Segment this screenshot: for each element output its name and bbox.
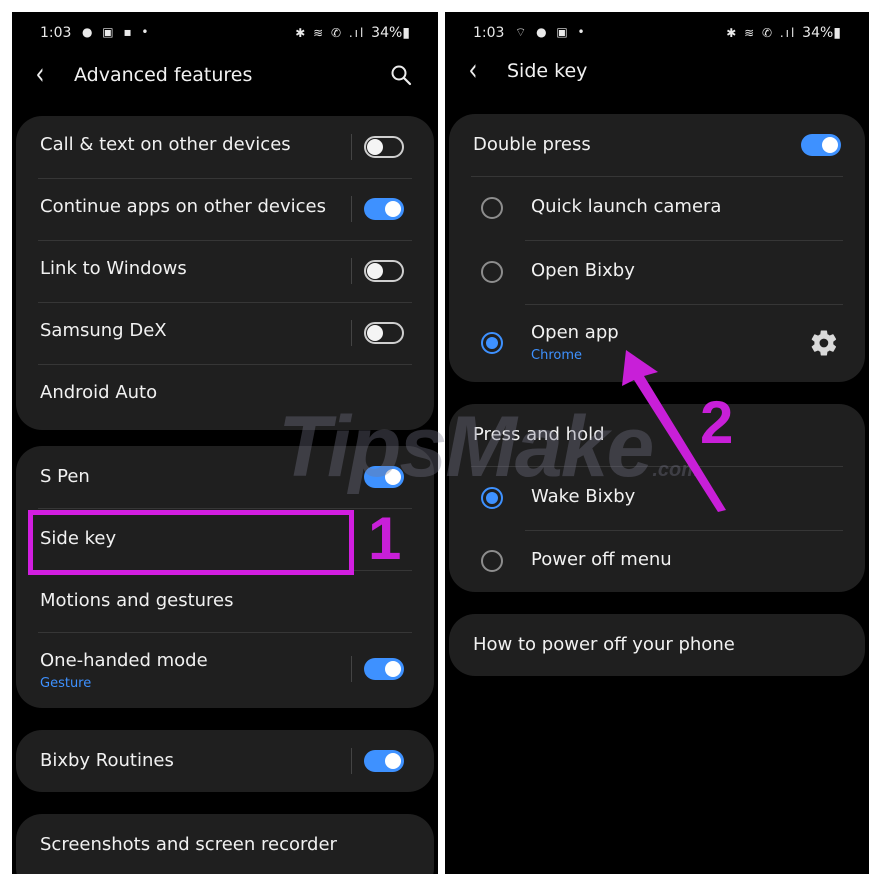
radio-option-quick-launch-camera[interactable]: Quick launch camera xyxy=(449,176,865,240)
option-label: Wake Bixby xyxy=(531,486,636,507)
option-label: Open Bixby xyxy=(531,260,635,281)
battery-level: 34%▮ xyxy=(802,25,841,41)
system-icons-text: ✱ ≋ ✆ .ıl xyxy=(295,26,366,40)
option-label: Power off menu xyxy=(531,549,672,570)
settings-group-input: S Pen Side key Motions and gestures One-… xyxy=(16,446,434,708)
setting-row-bixby-routines[interactable]: Bixby Routines xyxy=(16,730,434,792)
back-arrow-icon[interactable]: ‹ xyxy=(36,60,45,90)
toggle-switch-on[interactable] xyxy=(364,466,404,488)
radio-option-wake-bixby[interactable]: Wake Bixby xyxy=(449,466,865,530)
status-bar: 1:03 ● ▣ ▪ • ✱ ≋ ✆ .ıl 34%▮ xyxy=(12,12,438,52)
help-label: How to power off your phone xyxy=(473,634,735,655)
divider xyxy=(351,748,352,774)
toggle-switch-on[interactable] xyxy=(801,134,841,156)
notification-icons: ● ▣ ▪ • xyxy=(82,25,152,39)
right-screen: 1:03 ⌔ ● ▣ • ✱ ≋ ✆ .ıl 34%▮ ‹ Side key D… xyxy=(445,12,869,874)
option-sublabel: Chrome xyxy=(531,348,582,363)
setting-label: Screenshots and screen recorder xyxy=(40,834,337,855)
setting-row-s-pen[interactable]: S Pen xyxy=(16,446,434,508)
toggle-switch-on[interactable] xyxy=(364,750,404,772)
setting-label: Samsung DeX xyxy=(40,320,167,341)
double-press-header[interactable]: Double press xyxy=(449,114,865,176)
setting-label: Android Auto xyxy=(40,382,158,403)
help-link-power-off[interactable]: How to power off your phone xyxy=(449,614,865,676)
press-and-hold-header: Press and hold xyxy=(449,404,865,466)
option-label: Quick launch camera xyxy=(531,196,722,217)
radio-button[interactable] xyxy=(481,197,503,219)
double-press-card: Double press Quick launch camera Open Bi… xyxy=(449,114,865,382)
annotation-step-1: 1 xyxy=(368,505,402,572)
system-icons: ✱ ≋ ✆ .ıl 34%▮ xyxy=(295,25,410,41)
divider xyxy=(351,656,352,682)
toggle-switch-off[interactable] xyxy=(364,136,404,158)
settings-group-connections: Call & text on other devices Continue ap… xyxy=(16,116,434,430)
radio-option-open-app[interactable]: Open app Chrome xyxy=(449,304,865,382)
setting-row-android-auto[interactable]: Android Auto xyxy=(16,364,434,426)
option-label: Open app xyxy=(531,322,619,343)
app-bar: ‹ Advanced features xyxy=(12,56,438,100)
system-icons: ✱ ≋ ✆ .ıl 34%▮ xyxy=(726,25,841,41)
setting-label: Link to Windows xyxy=(40,258,187,279)
setting-label: Call & text on other devices xyxy=(40,134,291,155)
setting-label: One-handed mode xyxy=(40,650,208,671)
setting-label: Continue apps on other devices xyxy=(40,196,326,217)
divider xyxy=(351,196,352,222)
back-arrow-icon[interactable]: ‹ xyxy=(469,56,478,86)
setting-row-link-to-windows[interactable]: Link to Windows xyxy=(16,240,434,302)
setting-row-continue-apps[interactable]: Continue apps on other devices xyxy=(16,178,434,240)
divider xyxy=(351,134,352,160)
system-icons-text: ✱ ≋ ✆ .ıl xyxy=(726,26,797,40)
help-card: How to power off your phone xyxy=(449,614,865,676)
radio-option-power-off-menu[interactable]: Power off menu xyxy=(449,530,865,592)
divider xyxy=(351,258,352,284)
radio-option-open-bixby[interactable]: Open Bixby xyxy=(449,240,865,304)
setting-row-samsung-dex[interactable]: Samsung DeX xyxy=(16,302,434,364)
section-title: Press and hold xyxy=(473,424,605,445)
settings-group-screenshots: Screenshots and screen recorder xyxy=(16,814,434,874)
status-time: 1:03 xyxy=(40,25,72,41)
section-title: Double press xyxy=(473,134,591,155)
status-time: 1:03 xyxy=(473,25,505,41)
toggle-switch-off[interactable] xyxy=(364,322,404,344)
page-title: Side key xyxy=(507,60,588,82)
toggle-switch-on[interactable] xyxy=(364,198,404,220)
setting-label: Motions and gestures xyxy=(40,590,234,611)
setting-label: S Pen xyxy=(40,466,90,487)
app-bar: ‹ Side key xyxy=(445,52,869,96)
setting-sublabel: Gesture xyxy=(40,676,92,691)
search-icon[interactable] xyxy=(390,64,412,86)
divider xyxy=(351,320,352,346)
settings-group-bixby: Bixby Routines xyxy=(16,730,434,792)
setting-row-screenshots[interactable]: Screenshots and screen recorder xyxy=(16,814,434,874)
status-bar: 1:03 ⌔ ● ▣ • ✱ ≋ ✆ .ıl 34%▮ xyxy=(445,12,869,52)
gear-icon[interactable] xyxy=(809,328,839,358)
battery-level: 34%▮ xyxy=(371,25,410,41)
annotation-highlight-box xyxy=(28,510,354,575)
left-screen: 1:03 ● ▣ ▪ • ✱ ≋ ✆ .ıl 34%▮ ‹ Advanced f… xyxy=(12,12,438,874)
setting-label: Bixby Routines xyxy=(40,750,174,771)
notification-icons: ⌔ ● ▣ • xyxy=(515,25,588,39)
radio-button-selected[interactable] xyxy=(481,487,503,509)
radio-button-selected[interactable] xyxy=(481,332,503,354)
annotation-step-2: 2 xyxy=(700,389,734,456)
setting-row-one-handed-mode[interactable]: One-handed mode Gesture xyxy=(16,632,434,708)
setting-row-call-text[interactable]: Call & text on other devices xyxy=(16,116,434,178)
radio-button[interactable] xyxy=(481,261,503,283)
toggle-switch-on[interactable] xyxy=(364,658,404,680)
page-title: Advanced features xyxy=(74,64,253,86)
press-and-hold-card: Press and hold Wake Bixby Power off menu xyxy=(449,404,865,592)
toggle-switch-off[interactable] xyxy=(364,260,404,282)
radio-button[interactable] xyxy=(481,550,503,572)
setting-row-motions-gestures[interactable]: Motions and gestures xyxy=(16,570,434,632)
